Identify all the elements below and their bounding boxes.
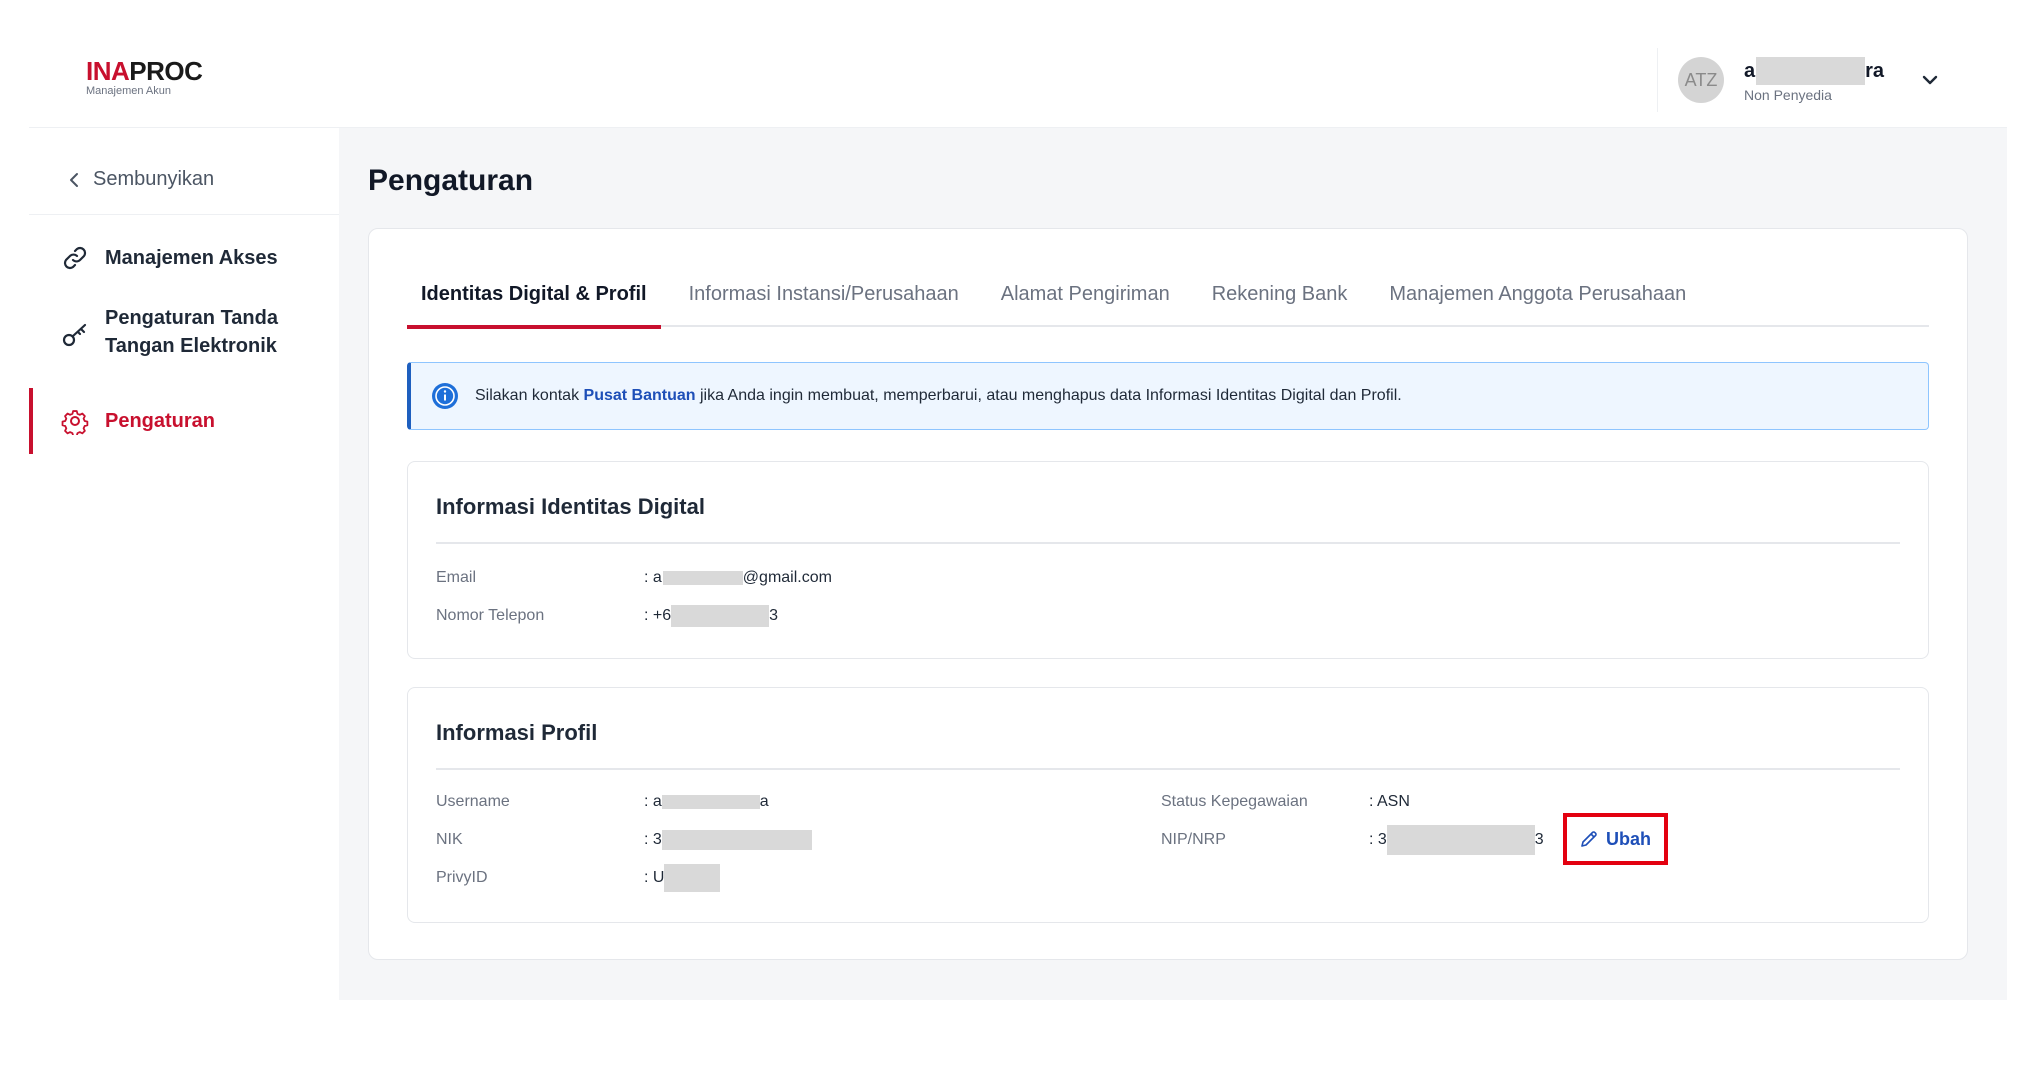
phone-value: : +6 3 xyxy=(644,605,778,627)
digital-identity-section: Informasi Identitas Digital Email : a @g… xyxy=(407,461,1929,659)
tab-bar: Identitas Digital & Profil Informasi Ins… xyxy=(407,269,1929,329)
privyid-value: : U xyxy=(644,864,721,892)
sidebar-divider xyxy=(29,214,339,215)
sidebar: Sembunyikan Manajemen Akses Pengaturan T… xyxy=(29,128,339,1000)
alert-text: Silakan kontak Pusat Bantuan jika Anda i… xyxy=(475,387,1402,405)
logo-proc: PROC xyxy=(129,56,203,86)
link-icon xyxy=(61,244,89,272)
user-menu[interactable]: ATZ a ra Non Penyedia xyxy=(1657,48,1997,112)
tab-alamat-pengiriman[interactable]: Alamat Pengiriman xyxy=(987,269,1184,327)
settings-card: Identitas Digital & Profil Informasi Ins… xyxy=(368,228,1968,960)
chevron-down-icon[interactable] xyxy=(1920,70,1940,90)
employment-status-value: : ASN xyxy=(1369,793,1410,810)
privyid-start: : U xyxy=(644,869,665,886)
section-divider xyxy=(436,768,1900,770)
hide-sidebar-button[interactable]: Sembunyikan xyxy=(69,168,214,191)
section-title: Informasi Profil xyxy=(436,720,598,745)
email-label: Email xyxy=(436,569,477,586)
nik-start: : 3 xyxy=(644,831,662,848)
logo-wordmark: INAPROC xyxy=(86,56,203,86)
privyid-row: PrivyID : U xyxy=(436,864,721,892)
avatar: ATZ xyxy=(1678,57,1724,103)
redacted-block xyxy=(661,830,812,850)
sidebar-item-label: Pengaturan xyxy=(105,410,216,432)
hide-sidebar-label: Sembunyikan xyxy=(93,168,215,190)
nik-value: : 3 xyxy=(644,830,812,850)
email-value: : a @gmail.com xyxy=(644,569,832,587)
nip-row: NIP/NRP : 3 3 xyxy=(1161,825,1544,855)
phone-label: Nomor Telepon xyxy=(436,607,545,624)
nip-end: 3 xyxy=(1534,831,1544,848)
edit-nip-button[interactable]: Ubah xyxy=(1563,813,1668,865)
redacted-block xyxy=(662,571,743,585)
tab-identitas-digital[interactable]: Identitas Digital & Profil xyxy=(407,269,661,329)
user-info: a ra Non Penyedia xyxy=(1744,57,1884,103)
info-icon xyxy=(431,382,459,410)
sidebar-item-pengaturan[interactable]: Pengaturan xyxy=(29,388,339,454)
redacted-block xyxy=(664,864,721,892)
section-title: Informasi Identitas Digital xyxy=(436,494,705,519)
sidebar-item-manajemen-akses[interactable]: Manajemen Akses xyxy=(29,244,339,272)
username-start: : a xyxy=(644,793,662,810)
nip-start: : 3 xyxy=(1369,831,1387,848)
logo-ina: INA xyxy=(86,56,130,86)
username-value: : a a xyxy=(644,793,769,811)
chevron-left-icon xyxy=(70,172,78,187)
redacted-block xyxy=(661,795,760,809)
info-alert: Silakan kontak Pusat Bantuan jika Anda i… xyxy=(407,362,1929,430)
gear-icon xyxy=(61,407,89,435)
user-name-end: ra xyxy=(1865,60,1884,82)
employment-status-row: Status Kepegawaian : ASN xyxy=(1161,790,1410,814)
sidebar-item-label: Pengaturan Tanda xyxy=(105,307,278,329)
redacted-block xyxy=(1756,57,1866,85)
key-icon xyxy=(61,320,89,348)
nip-value: : 3 3 xyxy=(1369,825,1544,855)
nip-label: NIP/NRP xyxy=(1161,831,1226,848)
page-title: Pengaturan xyxy=(368,164,534,197)
help-center-link[interactable]: Pusat Bantuan xyxy=(584,387,696,404)
app-root: INAPROC Manajemen Akun ATZ a ra Non Peny… xyxy=(29,0,2007,1000)
profile-section: Informasi Profil Username : a a NIK : 3 xyxy=(407,687,1929,923)
logo-subtitle: Manajemen Akun xyxy=(86,85,171,97)
username-label: Username xyxy=(436,793,510,810)
email-row: Email : a @gmail.com xyxy=(436,566,832,590)
nik-row: NIK : 3 xyxy=(436,828,812,852)
privyid-label: PrivyID xyxy=(436,869,488,886)
main-content: Pengaturan Identitas Digital & Profil In… xyxy=(339,128,2007,1000)
user-role: Non Penyedia xyxy=(1744,87,1832,103)
phone-start: : +6 xyxy=(644,607,672,624)
tab-informasi-instansi[interactable]: Informasi Instansi/Perusahaan xyxy=(675,269,973,327)
redacted-block xyxy=(1386,825,1535,855)
sidebar-item-label-line2: Tangan Elektronik xyxy=(105,335,277,357)
sidebar-item-tanda-tangan[interactable]: Pengaturan Tanda Tangan Elektronik xyxy=(29,304,339,360)
inaproc-logo[interactable]: INAPROC Manajemen Akun xyxy=(86,56,203,97)
tab-manajemen-anggota[interactable]: Manajemen Anggota Perusahaan xyxy=(1375,269,1700,327)
phone-row: Nomor Telepon : +6 3 xyxy=(436,604,778,628)
phone-end: 3 xyxy=(769,607,779,624)
alert-text-after: jika Anda ingin membuat, memperbarui, at… xyxy=(695,387,1402,404)
top-header: INAPROC Manajemen Akun ATZ a ra Non Peny… xyxy=(29,0,2007,128)
tab-rekening-bank[interactable]: Rekening Bank xyxy=(1198,269,1362,327)
nik-label: NIK xyxy=(436,831,463,848)
user-name-start: a xyxy=(1744,60,1756,82)
employment-status-label: Status Kepegawaian xyxy=(1161,793,1308,810)
email-end: @gmail.com xyxy=(742,569,832,586)
username-row: Username : a a xyxy=(436,790,769,814)
username-end: a xyxy=(759,793,769,810)
sidebar-item-label: Manajemen Akses xyxy=(105,247,278,269)
edit-button-label: Ubah xyxy=(1606,828,1651,849)
section-divider xyxy=(436,542,1900,544)
redacted-block xyxy=(671,605,770,627)
user-name: a ra xyxy=(1744,57,1884,85)
alert-text-before: Silakan kontak xyxy=(475,387,584,404)
pencil-icon xyxy=(1581,831,1597,847)
email-start: : a xyxy=(644,569,662,586)
